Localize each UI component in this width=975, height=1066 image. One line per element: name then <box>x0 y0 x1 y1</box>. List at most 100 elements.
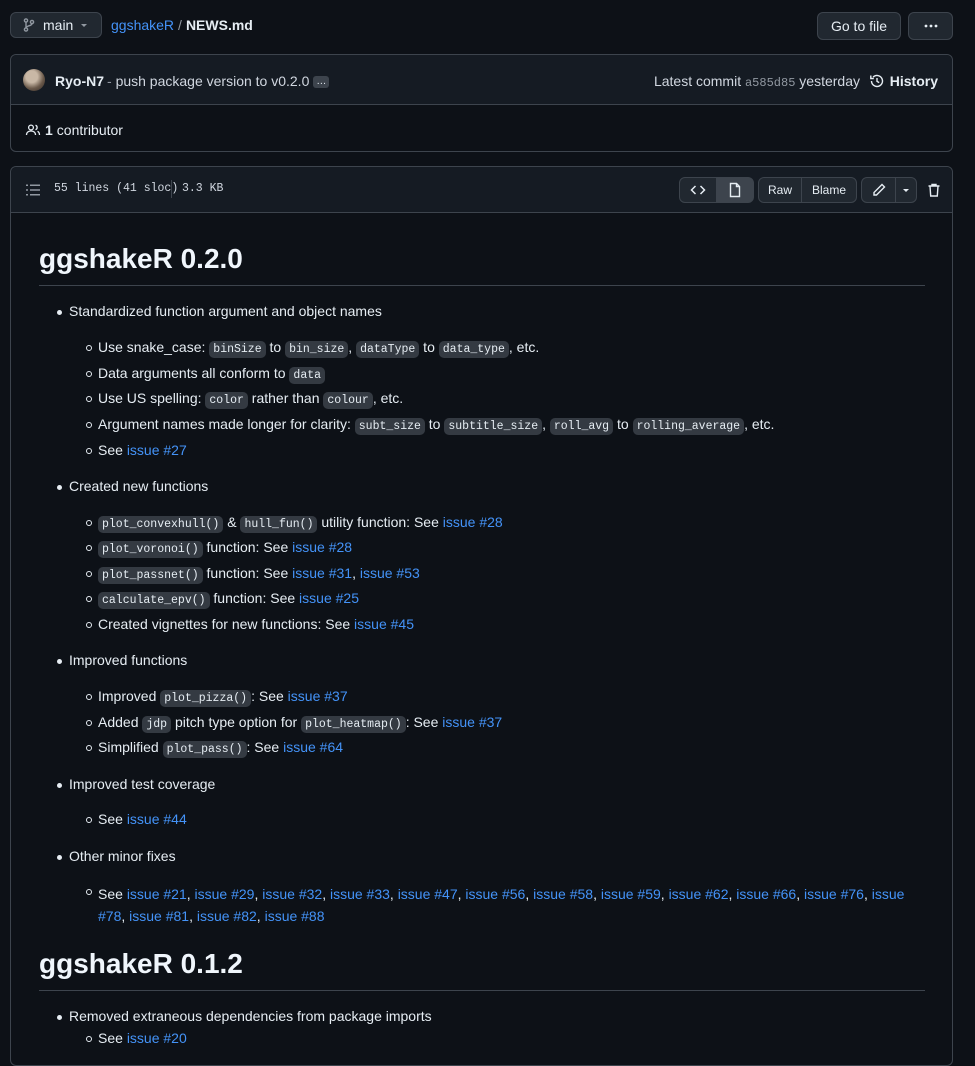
branch-name: main <box>43 17 74 33</box>
chevron-down-icon <box>903 189 909 192</box>
code-view-button[interactable] <box>679 177 717 203</box>
list-item: Added jdp pitch type option for plot_hea… <box>85 714 503 733</box>
edit-file-button[interactable] <box>861 177 896 203</box>
issue-link[interactable]: issue #37 <box>288 688 348 704</box>
list-item: Improved plot_pizza(): See issue #37 <box>86 688 348 707</box>
latest-commit-box: Ryo-N7 - push package version to v0.2.0…… <box>10 54 953 152</box>
issue-link[interactable]: issue #32 <box>262 886 322 902</box>
list-item: Simplified plot_pass(): See issue #64 <box>85 739 344 758</box>
edit-options-button[interactable] <box>895 177 917 203</box>
list-item: plot_voronoi() function: See issue #28 <box>85 539 352 558</box>
list-item: See issue #21, issue #29, issue #32, iss… <box>86 883 918 927</box>
issue-link[interactable]: issue #28 <box>443 514 503 530</box>
avatar[interactable] <box>23 69 45 91</box>
history-icon <box>869 74 883 88</box>
issue-link[interactable]: issue #76 <box>804 886 864 902</box>
outline-list-icon[interactable] <box>25 182 41 198</box>
commit-row: Ryo-N7 - push package version to v0.2.0…… <box>11 55 952 105</box>
heading-version-0-2-0: ggshakeR 0.2.0 <box>39 243 243 274</box>
list-item: Use US spelling: color rather than colou… <box>85 390 404 409</box>
chevron-down-icon <box>81 24 88 27</box>
heading-rule <box>39 990 925 991</box>
list-item: plot_convexhull() & hull_fun() utility f… <box>86 514 503 533</box>
issue-link[interactable]: issue #45 <box>354 616 414 632</box>
list-item: Standardized function argument and objec… <box>57 303 382 319</box>
issue-link[interactable]: issue #28 <box>292 539 352 555</box>
list-item: Data arguments all conform to data <box>85 365 326 384</box>
commit-message: - push package version to v0.2.0… <box>107 73 330 89</box>
latest-commit-label: Latest commit <box>653 73 742 89</box>
blame-button[interactable]: Blame <box>801 177 857 203</box>
list-item: Improved functions <box>56 652 188 668</box>
preview-view-button[interactable] <box>716 177 754 203</box>
latest-commit-info: Latest commit a585d85 yesterday <box>654 73 860 90</box>
kebab-horizontal-icon <box>924 24 937 28</box>
list-item: See issue #27 <box>86 442 187 458</box>
issue-link[interactable]: issue #53 <box>360 565 420 581</box>
commit-message-link[interactable]: push package version to v0.2.0 <box>116 73 310 89</box>
issue-link[interactable]: issue #62 <box>669 886 729 902</box>
issue-link[interactable]: issue #33 <box>330 886 390 902</box>
breadcrumb-separator: / <box>178 17 182 33</box>
issue-link[interactable]: issue #47 <box>398 886 458 902</box>
issue-link[interactable]: issue #82 <box>197 908 257 924</box>
list-item: See issue #20 <box>86 1030 187 1046</box>
git-branch-icon <box>23 18 35 32</box>
raw-button[interactable]: Raw <box>758 177 802 203</box>
file-viewer: 55 lines (41 sloc) 3.3 KB Raw Blame ggsh… <box>10 166 953 1066</box>
commit-expand-button[interactable]: … <box>313 76 330 89</box>
people-icon <box>25 124 41 136</box>
file-icon <box>729 182 741 198</box>
issue-link[interactable]: issue #66 <box>736 886 796 902</box>
header-divider <box>171 180 172 198</box>
delete-file-button[interactable] <box>923 177 945 203</box>
contributors-link[interactable]: 1 contributor <box>25 122 123 138</box>
more-options-button[interactable] <box>908 12 953 40</box>
issue-link[interactable]: issue #81 <box>129 908 189 924</box>
issue-link[interactable]: issue #29 <box>195 886 255 902</box>
list-item: Removed extraneous dependencies from pac… <box>57 1008 432 1024</box>
issue-link[interactable]: issue #31 <box>292 565 352 581</box>
commit-message-prefix: - <box>107 73 112 89</box>
contributors-label: contributor <box>56 122 123 138</box>
heading-rule <box>39 285 925 286</box>
breadcrumb-repo-link[interactable]: ggshakeR <box>111 17 174 33</box>
heading-version-0-1-2: ggshakeR 0.1.2 <box>39 948 243 979</box>
history-link[interactable]: History <box>869 73 938 89</box>
breadcrumb: ggshakeR / NEWS.md <box>111 17 253 33</box>
issue-link[interactable]: issue #20 <box>127 1030 187 1046</box>
list-item: Created new functions <box>56 478 209 494</box>
issue-link[interactable]: issue #56 <box>465 886 525 902</box>
issue-link[interactable]: issue #44 <box>127 811 187 827</box>
list-item: Other minor fixes <box>57 848 176 864</box>
go-to-file-button[interactable]: Go to file <box>817 12 901 40</box>
list-item: See issue #44 <box>86 811 187 827</box>
list-item: Use snake_case: binSize to bin_size, dat… <box>85 339 540 358</box>
issue-link[interactable]: issue #88 <box>265 908 325 924</box>
list-item: Created vignettes for new functions: See… <box>86 616 414 632</box>
top-bar: main ggshakeR / NEWS.md Go to file <box>10 12 953 40</box>
list-item: Improved test coverage <box>56 776 216 792</box>
issue-link[interactable]: issue #59 <box>601 886 661 902</box>
issue-link[interactable]: issue #64 <box>283 739 343 755</box>
contributors-count: 1 <box>45 122 53 138</box>
commit-time: yesterday <box>799 73 860 89</box>
history-label: History <box>889 73 938 89</box>
trash-icon <box>928 183 940 197</box>
issue-link[interactable]: issue #21 <box>127 886 187 902</box>
file-size: 3.3 KB <box>182 182 224 195</box>
pencil-icon <box>872 183 885 196</box>
list-item: calculate_epv() function: See issue #25 <box>86 590 359 609</box>
commit-sha-link[interactable]: a585d85 <box>745 76 795 90</box>
breadcrumb-file: NEWS.md <box>185 17 253 33</box>
issue-link[interactable]: issue #27 <box>127 442 187 458</box>
file-line-count: 55 lines (41 sloc) <box>54 182 179 195</box>
branch-selector-button[interactable]: main <box>10 12 102 38</box>
issue-link[interactable]: issue #25 <box>299 590 359 606</box>
issue-link[interactable]: issue #58 <box>533 886 593 902</box>
file-header: 55 lines (41 sloc) 3.3 KB Raw Blame <box>11 167 952 213</box>
issue-link[interactable]: issue #37 <box>442 714 502 730</box>
commit-author-link[interactable]: Ryo-N7 <box>55 73 104 89</box>
list-item: Argument names made longer for clarity: … <box>85 416 775 435</box>
list-item: plot_passnet() function: See issue #31, … <box>86 565 420 584</box>
